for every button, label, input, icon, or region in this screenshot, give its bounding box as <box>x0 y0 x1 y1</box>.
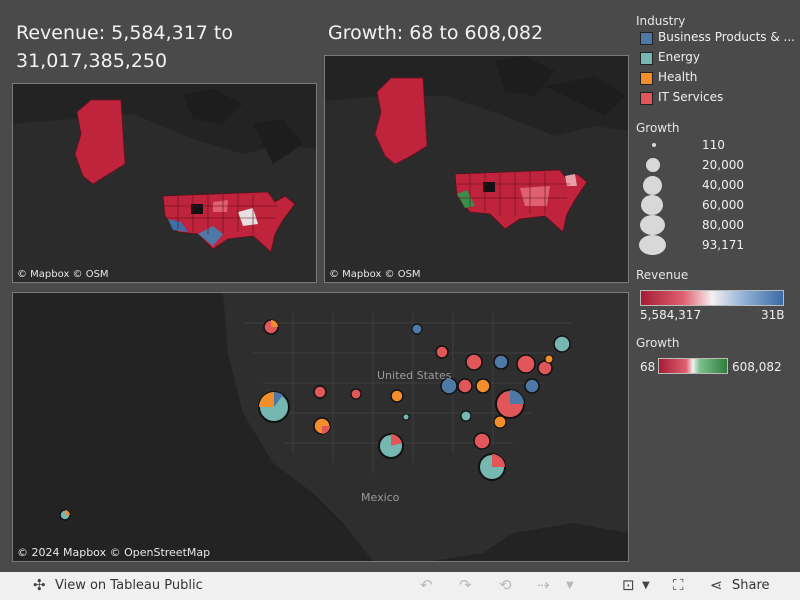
size-label: 110 <box>702 138 725 152</box>
growth-map-title: Growth: 68 to 608,082 <box>328 22 544 44</box>
view-on-tableau-public-link[interactable]: View on Tableau Public <box>55 578 203 593</box>
size-label: 20,000 <box>702 158 744 172</box>
legend-swatch <box>640 92 653 105</box>
size-circle <box>643 176 662 195</box>
growth-color-legend-title: Growth <box>636 336 680 350</box>
legend-item-energy[interactable]: Energy <box>636 48 796 68</box>
map-attribution[interactable]: © Mapbox © OSM <box>329 269 421 280</box>
legend-label: Energy <box>658 50 701 64</box>
share-button[interactable]: Share <box>732 578 770 593</box>
revenue-color-legend: Revenue 5,584,317 31B <box>636 268 796 324</box>
revenue-map-title: Revenue: 5,584,317 to 31,017,385,250 <box>16 22 233 72</box>
size-legend-item: 20,000 <box>636 155 796 175</box>
revenue-gradient-bar <box>640 290 784 306</box>
size-legend-item: 80,000 <box>636 215 796 235</box>
growth-min-label: 68 <box>640 360 656 374</box>
size-legend-item: 40,000 <box>636 175 796 195</box>
revert-icon[interactable]: ⟲ <box>499 576 512 594</box>
size-circle <box>640 215 665 235</box>
growth-choropleth-map[interactable]: © Mapbox © OSM <box>324 55 629 283</box>
industry-legend-title: Industry <box>636 14 686 28</box>
legend-label: Health <box>658 70 698 84</box>
size-circle <box>652 143 656 147</box>
undo-icon[interactable]: ↶ <box>420 576 433 594</box>
size-label: 40,000 <box>702 178 744 192</box>
growth-color-legend: Growth 68 608,082 <box>636 336 796 376</box>
revenue-legend-title: Revenue <box>636 268 689 282</box>
growth-max-label: 608,082 <box>732 360 782 374</box>
size-label: 80,000 <box>702 218 744 232</box>
map-attribution[interactable]: © 2024 Mapbox © OpenStreetMap <box>17 546 210 559</box>
legend-item-business-products[interactable]: Business Products & ... <box>636 28 796 48</box>
fullscreen-icon[interactable]: ⛶ <box>673 576 684 594</box>
legend-item-it-services[interactable]: IT Services <box>636 88 796 108</box>
tableau-logo-icon[interactable]: ✣ <box>33 576 46 594</box>
growth-size-legend-title: Growth <box>636 121 680 135</box>
size-legend-item: 60,000 <box>636 195 796 215</box>
revenue-max-label: 31B <box>761 308 785 322</box>
map-attribution[interactable]: © Mapbox © OSM <box>17 269 109 280</box>
chevron-down-icon[interactable]: ▼ <box>642 580 650 591</box>
size-label: 60,000 <box>702 198 744 212</box>
refresh-icon[interactable]: ⇢ <box>537 576 550 594</box>
download-icon[interactable]: ⊡ <box>622 576 635 594</box>
size-legend-item: 93,171 <box>636 235 796 255</box>
redo-icon[interactable]: ↷ <box>459 576 472 594</box>
legend-swatch <box>640 52 653 65</box>
size-label: 93,171 <box>702 238 744 252</box>
legend-label: IT Services <box>658 90 724 104</box>
chevron-down-icon[interactable]: ▼ <box>566 580 574 591</box>
size-circle <box>646 158 660 172</box>
industry-legend: Industry Business Products & ... Energy … <box>636 14 796 108</box>
share-icon[interactable]: ⋖ <box>710 576 723 594</box>
industry-pie-map[interactable]: United States Mexico © 2024 Mapbox © Ope… <box>12 292 629 562</box>
country-label-us: United States <box>377 369 452 382</box>
growth-size-legend: Growth 110 20,000 40,000 60,000 80,000 9… <box>636 121 796 255</box>
revenue-min-label: 5,584,317 <box>640 308 702 322</box>
legend-swatch <box>640 72 653 85</box>
size-circle <box>641 195 663 215</box>
size-legend-item: 110 <box>636 135 796 155</box>
country-label-mexico: Mexico <box>361 491 400 504</box>
tableau-toolbar: ✣ View on Tableau Public ↶ ↷ ⟲ ⇢ ▼ ⊡ ▼ ⛶… <box>0 572 800 600</box>
legend-item-health[interactable]: Health <box>636 68 796 88</box>
legend-label: Business Products & ... <box>658 30 795 44</box>
legend-swatch <box>640 32 653 45</box>
growth-gradient-bar <box>658 358 728 374</box>
size-circle <box>639 235 666 255</box>
revenue-choropleth-map[interactable]: © Mapbox © OSM <box>12 83 317 283</box>
